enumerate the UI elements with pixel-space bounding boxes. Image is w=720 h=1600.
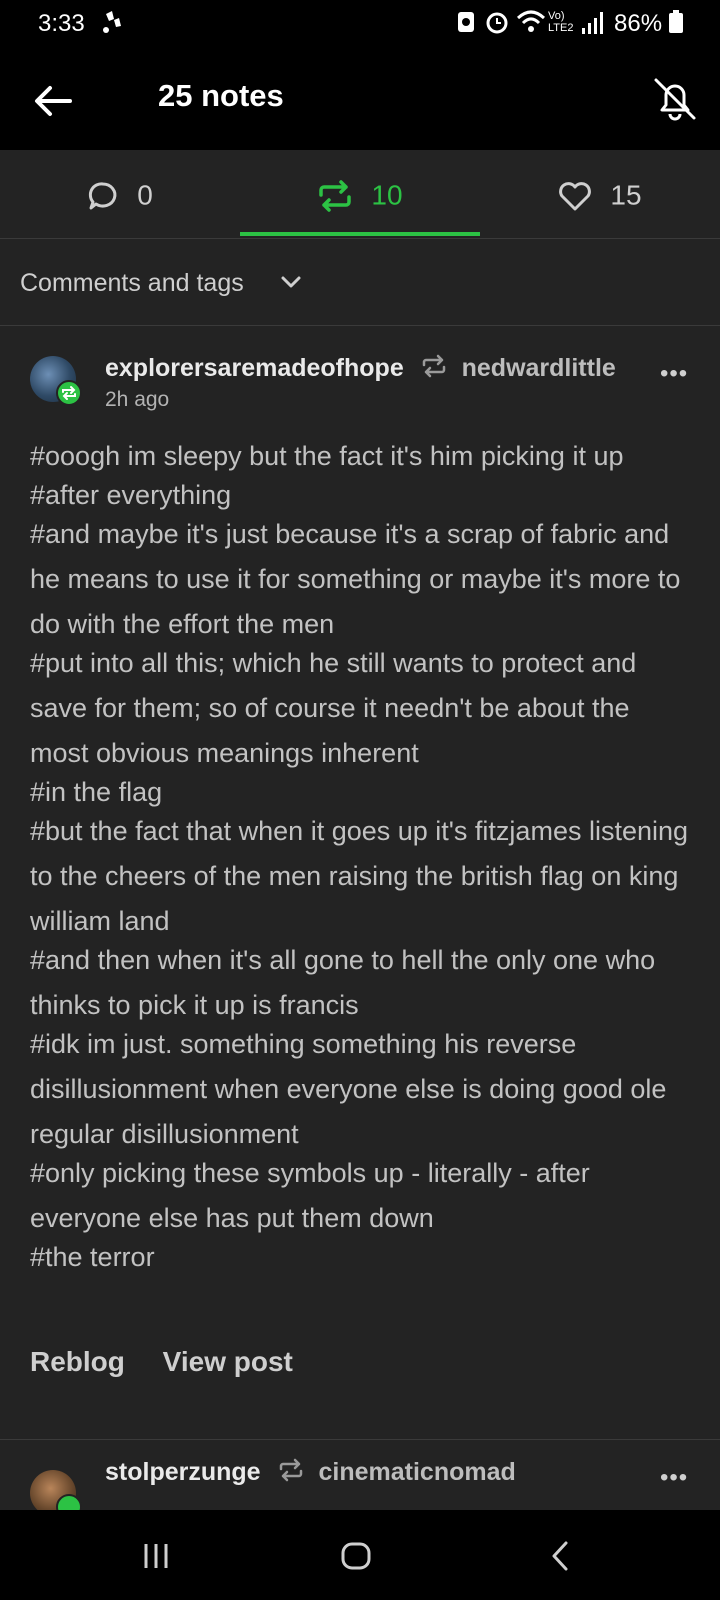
more-options-button[interactable]: ••• (660, 1464, 688, 1492)
system-back-icon[interactable] (548, 1540, 572, 1577)
app-header: 25 notes (0, 50, 720, 150)
tab-likes[interactable]: 15 (480, 150, 720, 238)
note-timestamp: 2h ago (105, 388, 170, 411)
tab-comments[interactable]: 0 (0, 150, 240, 238)
note-tags: #ooogh im sleepy but the fact it's him p… (30, 434, 690, 1274)
reblog-button[interactable]: Reblog (30, 1346, 125, 1377)
reblogged-from-username[interactable]: nedwardlittle (462, 354, 616, 382)
tag-line: #and maybe it's just because it's a scra… (30, 519, 681, 639)
back-arrow-icon[interactable] (30, 78, 76, 124)
heart-icon (559, 181, 592, 211)
bell-off-icon[interactable] (650, 74, 700, 124)
comments-count: 0 (137, 179, 153, 211)
tag-line: #but the fact that when it goes up it's … (30, 816, 689, 936)
volte-icon: Vo) LTE2 (548, 10, 574, 34)
comments-filter-dropdown[interactable]: Comments and tags (0, 239, 720, 326)
reblog-icon (278, 1458, 304, 1489)
reblog-badge-icon (56, 1494, 82, 1510)
filter-label: Comments and tags (20, 269, 244, 297)
likes-count: 15 (610, 179, 642, 211)
recycle-icon (456, 8, 476, 43)
chevron-down-icon (280, 275, 302, 294)
battery-icon (668, 8, 684, 43)
system-nav-bar (0, 1510, 720, 1600)
home-icon[interactable] (340, 1540, 372, 1577)
more-options-button[interactable]: ••• (660, 360, 688, 388)
battery-percent: 86% (614, 10, 663, 37)
status-time: 3:33 (38, 10, 85, 37)
tag-line: #and then when it's all gone to hell the… (30, 945, 656, 1020)
tab-reblogs[interactable]: 10 (240, 150, 480, 238)
alarm-icon (484, 8, 510, 43)
reblogs-count: 10 (371, 179, 403, 211)
reblog-icon (421, 354, 447, 385)
page-title: 25 notes (158, 78, 284, 113)
notification-icon (100, 8, 124, 43)
reblogged-from-username[interactable]: cinematicnomad (318, 1458, 515, 1486)
note-actions: Reblog View post (30, 1346, 323, 1378)
reblog-badge-icon (56, 380, 82, 406)
comment-icon (89, 182, 117, 210)
note-username[interactable]: explorersaremadeofhope (105, 354, 404, 382)
tag-line: #put into all this; which he still wants… (30, 648, 637, 768)
reblog-icon (319, 179, 352, 212)
wifi-icon (516, 8, 546, 43)
recent-apps-icon[interactable] (140, 1540, 172, 1577)
tag-line: #idk im just. something something his re… (30, 1029, 667, 1149)
tag-line: #the terror (30, 1242, 155, 1272)
note-username[interactable]: stolperzunge (105, 1458, 261, 1486)
active-tab-indicator (240, 232, 480, 236)
note-header: explorersaremadeofhope nedwardlittle (105, 354, 616, 385)
status-bar: 3:33 Vo) LTE2 86% (0, 0, 720, 50)
view-post-button[interactable]: View post (163, 1346, 293, 1377)
note-item: stolperzunge cinematicnomad ••• (0, 1440, 720, 1510)
signal-icon (580, 8, 608, 43)
note-header: stolperzunge cinematicnomad (105, 1458, 516, 1489)
notes-tabs: 0 10 15 (0, 150, 720, 239)
note-item: explorersaremadeofhope nedwardlittle •••… (0, 326, 720, 1438)
tag-line: #only picking these symbols up - literal… (30, 1158, 590, 1233)
